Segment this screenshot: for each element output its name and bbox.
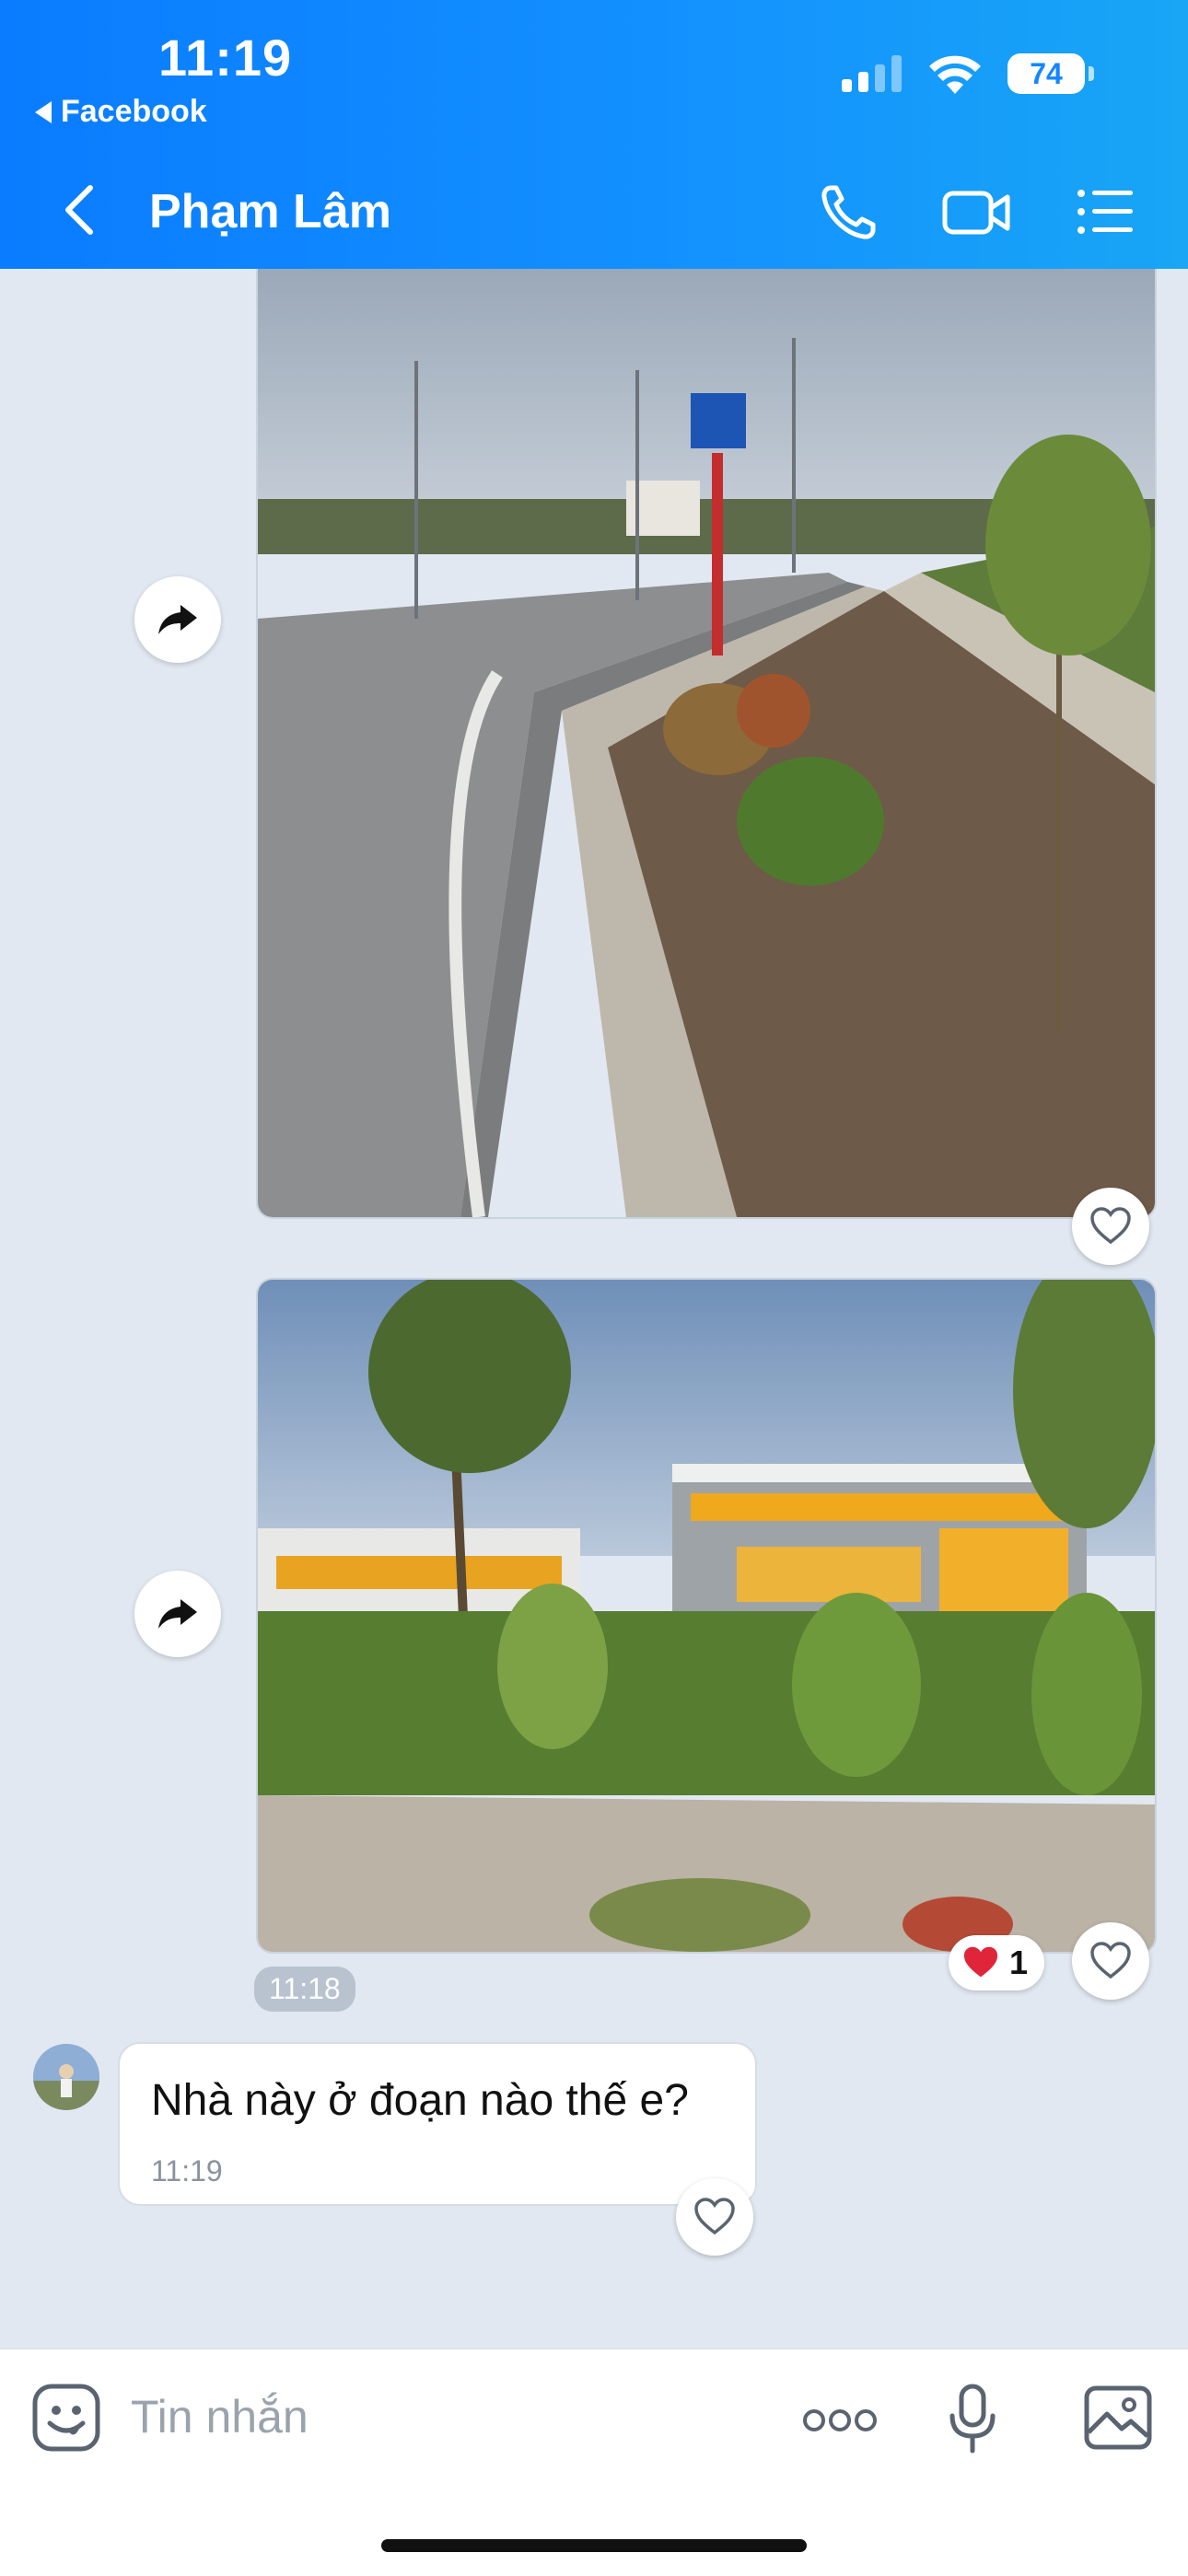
signal-icon [842, 55, 902, 92]
contact-name[interactable]: Phạm Lâm [149, 184, 391, 239]
menu-list-icon[interactable] [1072, 179, 1138, 245]
share-button-2[interactable] [134, 1571, 221, 1657]
heart-reaction-badge[interactable]: 1 [949, 1935, 1045, 1990]
status-icons: 74 [842, 53, 1094, 94]
image-gallery-icon[interactable] [1083, 2385, 1153, 2451]
like-button-1[interactable] [1072, 1188, 1149, 1265]
text-message-bubble[interactable]: Nhà này ở đoạn nào thế e? 11:19 [118, 2042, 757, 2206]
home-indicator [381, 2539, 807, 2552]
video-call-icon[interactable] [939, 179, 1013, 245]
message-input[interactable]: Tin nhắn [131, 2390, 309, 2443]
heart-outline-icon [1090, 1207, 1131, 1245]
back-chevron-icon[interactable] [57, 182, 103, 238]
message-time: 11:19 [151, 2154, 223, 2187]
like-button-3[interactable] [676, 2178, 753, 2256]
red-heart-icon [963, 1946, 998, 1978]
back-to-facebook-link[interactable]: Facebook [35, 94, 207, 130]
microphone-icon[interactable] [949, 2383, 996, 2454]
back-triangle-icon [35, 100, 52, 123]
forward-arrow-icon [158, 1599, 197, 1629]
heart-outline-icon [694, 2198, 735, 2235]
wifi-icon [929, 55, 981, 94]
nav-row: Phạm Lâm [0, 175, 1188, 249]
forward-arrow-icon [158, 605, 197, 634]
avatar[interactable] [33, 2044, 99, 2110]
photo-message-building[interactable] [256, 1278, 1157, 1954]
share-button-1[interactable] [134, 576, 221, 663]
chat-header: 11:19 Facebook 74 Phạm Lâm [0, 0, 1188, 269]
photo-message-road[interactable] [256, 269, 1157, 1219]
battery-icon: 74 [1007, 53, 1094, 94]
more-options-icon[interactable] [801, 2407, 879, 2434]
reaction-count: 1 [1009, 1944, 1029, 1981]
sticker-icon[interactable] [31, 2383, 101, 2453]
like-button-2[interactable] [1072, 1922, 1149, 2000]
photo-group-time: 11:18 [254, 1967, 355, 2012]
phone-call-icon[interactable] [816, 179, 882, 245]
message-text: Nhà này ở đoạn nào thế e? [151, 2076, 689, 2125]
chat-area: 1 11:18 Nhà này ở đoạn nào thế e? 11:19 [0, 269, 1188, 2348]
status-time: 11:19 [158, 29, 293, 87]
heart-outline-icon [1090, 1942, 1131, 1979]
back-app-label: Facebook [61, 94, 207, 129]
